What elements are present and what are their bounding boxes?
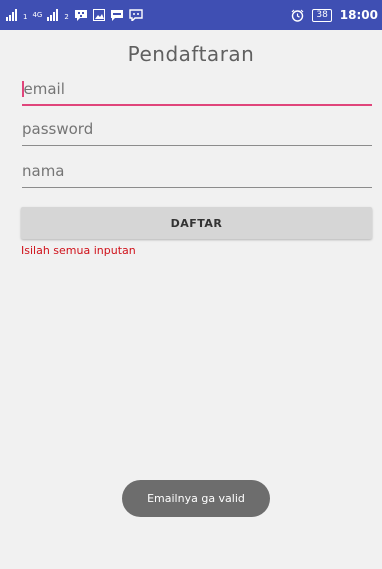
email-placeholder: email	[23, 80, 65, 98]
chat-notification-icon	[129, 9, 143, 21]
register-button[interactable]: DAFTAR	[21, 207, 372, 239]
password-placeholder: password	[22, 120, 94, 138]
image-notification-icon	[92, 9, 105, 21]
sim2-label: 2	[64, 13, 69, 21]
app-screen: 1 4G 2 38 18:00 Pendaftaran email passwo…	[0, 0, 382, 569]
status-bar: 1 4G 2 38 18:00	[0, 0, 382, 30]
page-title: Pendaftaran	[127, 42, 255, 66]
name-field[interactable]: nama	[22, 158, 372, 188]
signal-sim2-icon	[47, 9, 59, 21]
name-placeholder: nama	[22, 162, 65, 180]
signal-sim1-icon	[6, 9, 17, 21]
bbm-notification-icon	[74, 9, 88, 21]
sim1-label: 1	[23, 13, 28, 21]
network-type-label: 4G	[32, 10, 43, 19]
email-field[interactable]: email	[22, 76, 372, 106]
battery-icon: 38	[312, 8, 332, 22]
alarm-icon	[291, 9, 304, 22]
toast-message: Emailnya ga valid	[122, 480, 270, 517]
password-field[interactable]: password	[22, 116, 372, 146]
register-button-label: DAFTAR	[170, 216, 223, 230]
clock: 18:00	[339, 8, 378, 22]
error-message: Isilah semua inputan	[21, 244, 136, 257]
message-notification-icon	[110, 9, 124, 21]
